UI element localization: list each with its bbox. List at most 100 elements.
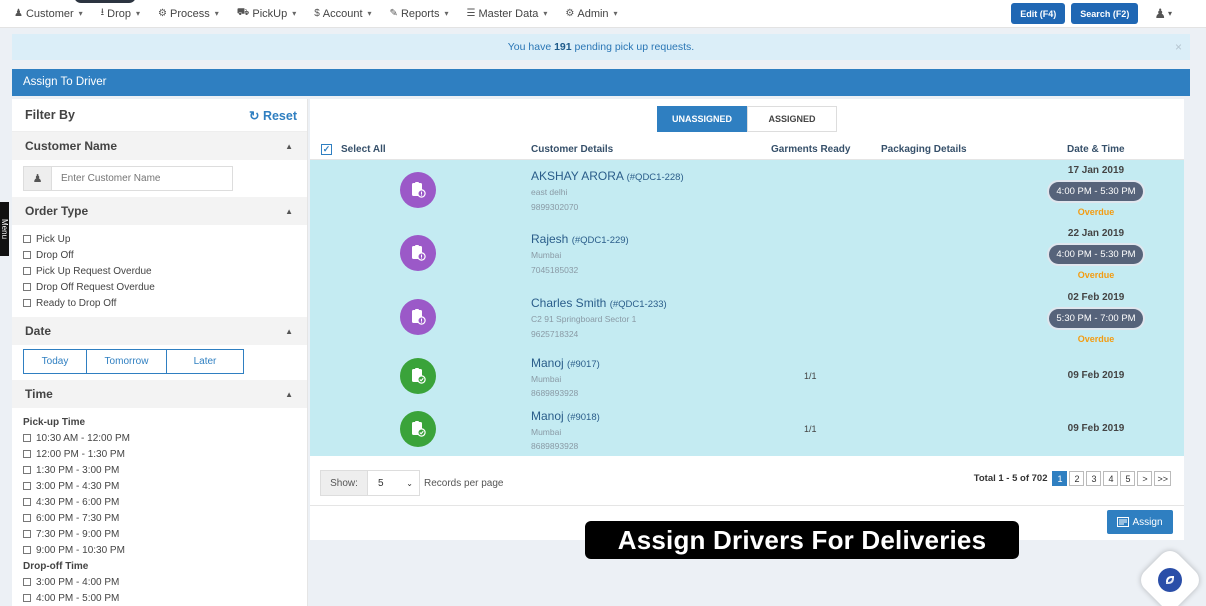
customer-name-input[interactable] (52, 167, 232, 190)
pickup-time-option[interactable]: 4:30 PM - 6:00 PM (23, 494, 307, 510)
dropoff-time-option[interactable]: 4:00 PM - 5:00 PM (23, 590, 307, 606)
nav-item-drop[interactable]: ⭳ Drop ▾ (101, 5, 140, 22)
pending-status-icon (400, 299, 436, 335)
checkbox[interactable] (23, 482, 31, 490)
date-button-group: Today Tomorrow Later (23, 349, 307, 374)
tab-unassigned[interactable]: UNASSIGNED (657, 106, 747, 132)
pickup-time-option[interactable]: 1:30 PM - 3:00 PM (23, 462, 307, 478)
table-row[interactable]: Rajesh (#QDC1-229) Mumbai 7045185032 22 Jan… (310, 223, 1184, 286)
dropoff-time-option[interactable]: 3:00 PM - 4:00 PM (23, 574, 307, 590)
page-link[interactable]: >> (1154, 471, 1171, 486)
page-size-select[interactable]: 5 ⌄ (368, 470, 420, 496)
checkbox[interactable] (23, 283, 31, 291)
page-link[interactable]: 4 (1103, 471, 1119, 486)
checkbox[interactable] (23, 267, 31, 275)
collapse-icon: ▲ (285, 326, 293, 336)
checkbox[interactable] (23, 235, 31, 243)
close-icon[interactable]: × (1175, 34, 1182, 60)
table-row[interactable]: Manoj (#9017) Mumbai 8689893928 1/1 09 Feb 2… (310, 350, 1184, 403)
date-heading: Date (25, 324, 52, 338)
order-type-section[interactable]: Order Type ▲ (12, 197, 307, 225)
table-row[interactable]: AKSHAY ARORA (#QDC1-228) east delhi 989930… (310, 160, 1184, 223)
pending-status-icon (400, 235, 436, 271)
tab-assigned[interactable]: ASSIGNED (747, 106, 837, 132)
checkbox[interactable] (23, 594, 31, 602)
customer-name[interactable]: Rajesh (#QDC1-229) (531, 232, 629, 246)
customer-name[interactable]: Charles Smith (#QDC1-233) (531, 296, 667, 310)
nav-item-customer[interactable]: ♟ Customer ▾ (14, 8, 83, 20)
user-menu[interactable]: ♟ ▾ (1154, 6, 1172, 22)
pickup-time-option[interactable]: 3:00 PM - 4:30 PM (23, 478, 307, 494)
chat-icon (1158, 568, 1182, 592)
assign-button[interactable]: Assign (1107, 510, 1173, 534)
checkbox[interactable] (23, 530, 31, 538)
customer-address: Mumbai (531, 427, 562, 437)
page-link[interactable]: > (1137, 471, 1153, 486)
page-link[interactable]: 3 (1086, 471, 1102, 486)
reset-label: Reset (262, 108, 297, 123)
page-link[interactable]: 2 (1069, 471, 1085, 486)
table-row[interactable]: Charles Smith (#QDC1-233) C2 91 Springboa… (310, 287, 1184, 350)
checkbox[interactable] (23, 498, 31, 506)
show-label: Show: (320, 470, 368, 496)
customer-name[interactable]: AKSHAY ARORA (#QDC1-228) (531, 169, 684, 183)
nav-item-pickup[interactable]: ⛟ PickUp ▾ (237, 7, 296, 20)
page-link[interactable]: 1 (1052, 471, 1068, 486)
orders-table-body: AKSHAY ARORA (#QDC1-228) east delhi 989930… (310, 160, 1184, 456)
side-menu-tab[interactable]: Menu (0, 202, 9, 256)
pickup-time-option-label: 6:00 PM - 7:30 PM (36, 512, 120, 524)
pickup-time-option[interactable]: 10:30 AM - 12:00 PM (23, 430, 307, 446)
order-type-option[interactable]: Pick Up (23, 231, 307, 247)
order-type-option[interactable]: Drop Off (23, 247, 307, 263)
edit-button[interactable]: Edit (F4) (1011, 3, 1066, 24)
tomorrow-button[interactable]: Tomorrow (87, 349, 167, 374)
nav-item-admin[interactable]: ⚙ Admin ▾ (565, 8, 617, 20)
time-slot-badge: 4:00 PM - 5:30 PM (1049, 245, 1143, 264)
order-type-option[interactable]: Pick Up Request Overdue (23, 263, 307, 279)
order-type-option[interactable]: Drop Off Request Overdue (23, 279, 307, 295)
checkbox[interactable] (23, 546, 31, 554)
reports-icon: ✎ (389, 8, 398, 19)
nav-item-label: Reports (400, 7, 440, 20)
nav-item-process[interactable]: ⚙ Process ▾ (158, 8, 219, 20)
reset-button[interactable]: ↻ Reset (249, 108, 297, 123)
checkbox[interactable] (23, 299, 31, 307)
collapse-icon: ▲ (285, 141, 293, 151)
select-all-checkbox[interactable]: ✓ (321, 144, 332, 155)
pickup-time-option[interactable]: 9:00 PM - 10:30 PM (23, 542, 307, 558)
pickup-time-option-label: 3:00 PM - 4:30 PM (36, 480, 120, 492)
checkbox[interactable] (23, 578, 31, 586)
nav-item-account[interactable]: $ Account ▾ (314, 8, 371, 20)
user-icon: ♟ (1154, 5, 1166, 21)
pickup-time-option-label: 1:30 PM - 3:00 PM (36, 464, 120, 476)
checkbox[interactable] (23, 466, 31, 474)
nav-item-master-data[interactable]: ☰ Master Data ▾ (466, 8, 547, 20)
later-button[interactable]: Later (167, 349, 244, 374)
garments-ready-count: 1/1 (804, 424, 817, 434)
table-row[interactable]: Manoj (#9018) Mumbai 8689893928 1/1 09 Feb 2… (310, 403, 1184, 456)
customer-name[interactable]: Manoj (#9018) (531, 409, 600, 423)
pickup-time-option[interactable]: 12:00 PM - 1:30 PM (23, 446, 307, 462)
today-button[interactable]: Today (23, 349, 87, 374)
checkbox[interactable] (23, 450, 31, 458)
customer-name-section[interactable]: Customer Name ▲ (12, 132, 307, 160)
customer-name[interactable]: Manoj (#9017) (531, 356, 600, 370)
search-button[interactable]: Search (F2) (1071, 3, 1139, 24)
page-link[interactable]: 5 (1120, 471, 1136, 486)
date-section[interactable]: Date ▲ (12, 317, 307, 345)
chat-widget-button[interactable] (1136, 546, 1204, 606)
order-type-option[interactable]: Ready to Drop Off (23, 295, 307, 311)
order-date: 02 Feb 2019 (1067, 292, 1125, 303)
collapse-icon: ▲ (285, 206, 293, 216)
checkbox[interactable] (23, 434, 31, 442)
gear-icon: ⚙ (565, 8, 575, 19)
customer-code: (#QDC1-228) (626, 172, 684, 183)
reset-icon: ↻ (248, 108, 260, 123)
checkbox[interactable] (23, 514, 31, 522)
checkbox[interactable] (23, 251, 31, 259)
time-section[interactable]: Time ▲ (12, 380, 307, 408)
nav-item-reports[interactable]: ✎ Reports ▾ (390, 8, 449, 20)
order-date: 22 Jan 2019 (1067, 228, 1125, 239)
pickup-time-option[interactable]: 7:30 PM - 9:00 PM (23, 526, 307, 542)
pickup-time-option[interactable]: 6:00 PM - 7:30 PM (23, 510, 307, 526)
